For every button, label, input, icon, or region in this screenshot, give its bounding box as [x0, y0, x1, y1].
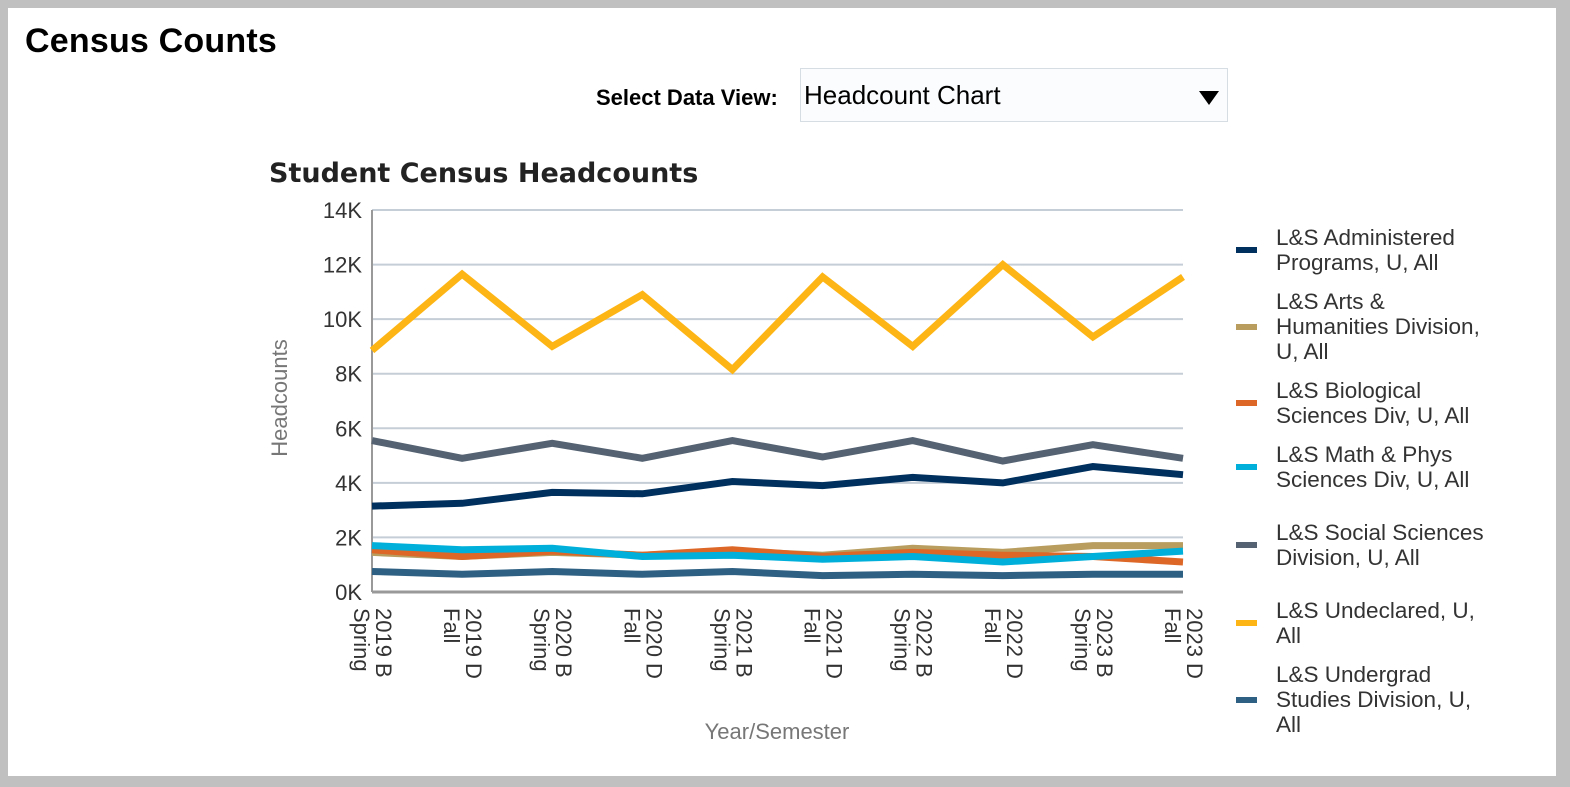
x-tick-label: 2022 BSpring: [890, 608, 937, 678]
legend-label: L&S Math & Phys: [1276, 442, 1453, 467]
gridlines: [372, 209, 1183, 539]
x-tick-term: Fall: [980, 608, 1005, 643]
x-tick-label: 2020 DFall: [619, 608, 666, 679]
x-tick-term: Spring: [1070, 608, 1095, 672]
axes: [371, 210, 1183, 594]
legend-swatch: [1236, 542, 1257, 548]
legend-label: L&S Biological: [1276, 378, 1422, 403]
x-tick-term: Fall: [1160, 608, 1185, 643]
x-tick-term: Fall: [800, 608, 825, 643]
x-axis-title: Year/Semester: [705, 719, 850, 744]
legend-item[interactable]: L&S Math & Phys Sciences Div, U, All: [1236, 442, 1516, 492]
legend-label: Humanities Division,: [1276, 314, 1480, 339]
x-tick-label: 2023 DFall: [1160, 608, 1207, 679]
legend-item[interactable]: L&S Arts & Humanities Division, U, All: [1236, 289, 1516, 364]
x-tick-label: 2023 BSpring: [1070, 608, 1117, 678]
x-tick-label: 2021 DFall: [800, 608, 847, 679]
legend-label: Studies Division, U,: [1276, 687, 1472, 712]
series-line-5[interactable]: [369, 259, 1185, 375]
x-tick-label: 2020 BSpring: [529, 608, 576, 678]
y-tick-label: 10K: [323, 307, 362, 332]
legend-swatch: [1236, 464, 1257, 470]
legend-label: L&S Undergrad: [1276, 662, 1432, 687]
legend-item[interactable]: L&S Administered Programs, U, All: [1236, 225, 1516, 275]
chart-legend: L&S Administered Programs, U, All L&S Arts…: [1236, 225, 1516, 737]
x-tick-term: Spring: [890, 608, 915, 672]
legend-item[interactable]: L&S Social Sciences Division, U, All: [1236, 520, 1516, 570]
legend-swatch: [1236, 696, 1257, 703]
x-tick-label: 2019 DFall: [439, 608, 486, 679]
x-tick-label: 2019 BSpring: [349, 608, 396, 678]
series-line-4[interactable]: [371, 437, 1184, 465]
y-tick-label: 2K: [335, 525, 362, 550]
legend-label: L&S Social Sciences: [1276, 520, 1484, 545]
legend-item[interactable]: L&S Undeclared, U, All: [1236, 598, 1516, 648]
y-axis-ticks: 0K 2K 4K 6K 8K 10K 12K 14K: [323, 198, 362, 605]
y-tick-label: 14K: [323, 198, 362, 223]
series-line-0[interactable]: [371, 462, 1184, 510]
legend-swatch: [1236, 323, 1257, 330]
x-tick-label: 2021 BSpring: [709, 608, 756, 678]
legend-swatch: [1236, 620, 1257, 626]
x-axis-ticks: 2019 BSpring 2019 DFall 2020 BSpring 2020 D…: [349, 608, 1207, 679]
legend-label: Division, U, All: [1276, 545, 1420, 570]
legend-label: L&S Arts &: [1276, 289, 1385, 314]
series-line-6[interactable]: [371, 567, 1183, 580]
legend-label: All: [1276, 712, 1302, 737]
y-tick-label: 12K: [323, 253, 362, 278]
y-axis-title: Headcounts: [267, 339, 292, 456]
y-tick-label: 8K: [335, 362, 362, 387]
legend-label: L&S Undeclared, U,: [1276, 598, 1475, 623]
legend-swatch: [1236, 247, 1257, 253]
legend-label: Sciences Div, U, All: [1276, 403, 1470, 428]
x-tick-term: Spring: [709, 608, 734, 672]
y-tick-label: 6K: [335, 416, 362, 441]
series-lines: [369, 259, 1185, 580]
legend-label: U, All: [1276, 339, 1329, 364]
x-tick-term: Spring: [349, 608, 374, 672]
legend-label: All: [1276, 623, 1302, 648]
legend-item[interactable]: L&S Biological Sciences Div, U, All: [1236, 378, 1516, 428]
x-tick-term: Spring: [529, 608, 554, 672]
x-tick-term: Fall: [619, 608, 644, 643]
x-tick-term: Fall: [439, 608, 464, 643]
legend-swatch: [1236, 400, 1257, 406]
y-tick-label: 0K: [335, 580, 362, 605]
legend-item[interactable]: L&S Undergrad Studies Division, U, All: [1236, 662, 1516, 737]
legend-label: L&S Administered: [1276, 225, 1455, 250]
x-tick-label: 2022 DFall: [980, 608, 1027, 679]
y-tick-label: 4K: [335, 471, 362, 496]
legend-label: Sciences Div, U, All: [1276, 467, 1470, 492]
legend-label: Programs, U, All: [1276, 250, 1439, 275]
